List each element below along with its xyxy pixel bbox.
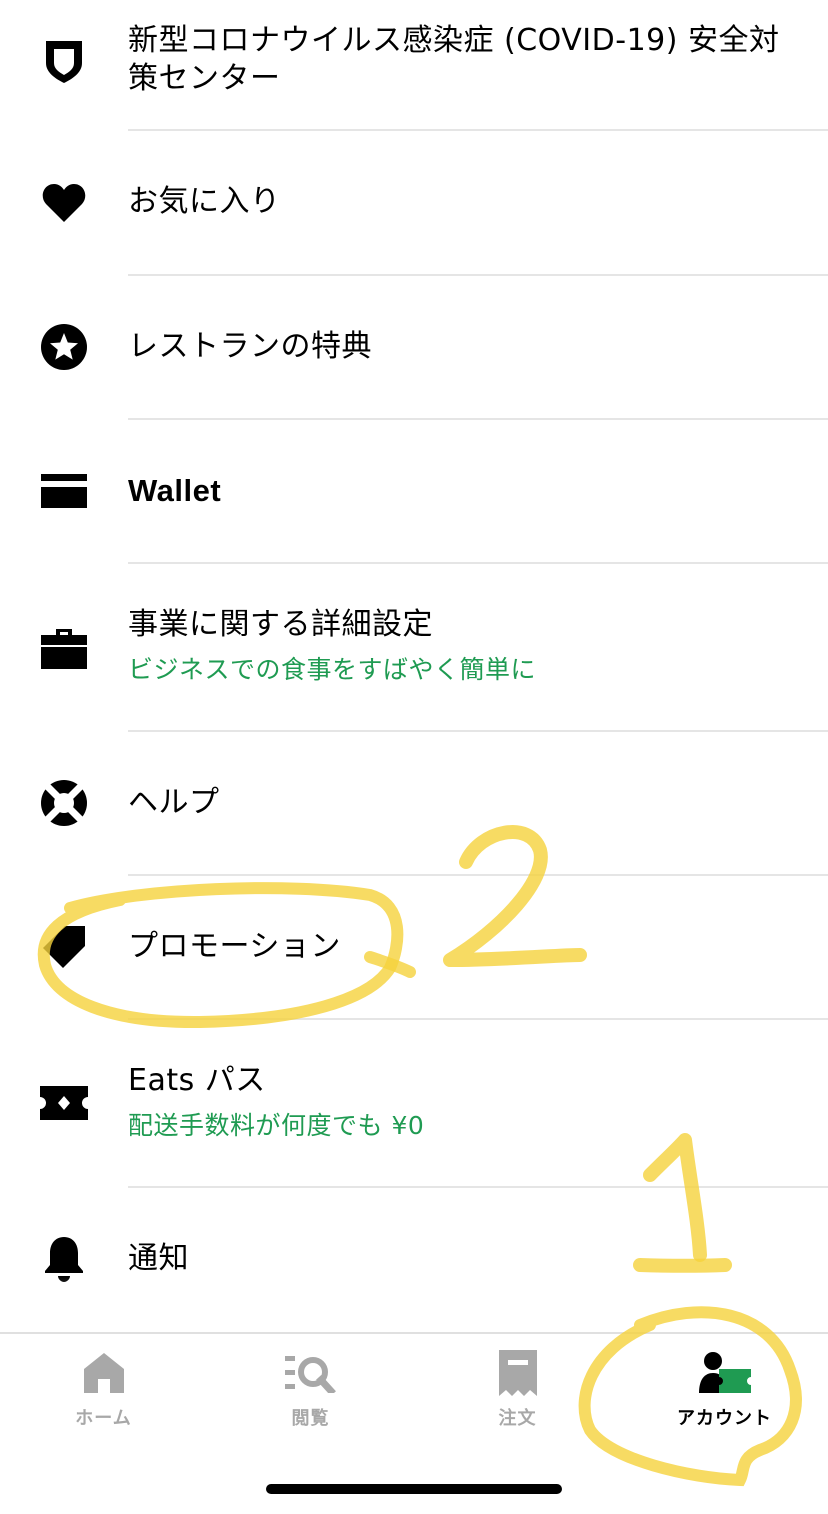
menu-item-business-settings[interactable]: 事業に関する詳細設定 ビジネスでの食事をすばやく簡単に <box>0 564 828 730</box>
wallet-icon <box>40 467 88 515</box>
menu-item-label: レストランの特典 <box>128 329 372 364</box>
menu-item-promotions[interactable]: プロモーション <box>0 876 828 1018</box>
menu-item-label: Eats パス <box>128 1063 266 1098</box>
menu-item-label: プロモーション <box>128 929 341 964</box>
menu-item-label: お気に入り <box>128 184 281 219</box>
tab-browse[interactable]: 閲覧 <box>207 1348 414 1438</box>
tab-account[interactable]: アカウント <box>621 1348 828 1438</box>
tab-home[interactable]: ホーム <box>0 1348 207 1438</box>
menu-item-eats-pass[interactable]: Eats パス 配送手数料が何度でも ¥0 <box>0 1020 828 1186</box>
tab-orders[interactable]: 注文 <box>414 1348 621 1438</box>
home-indicator <box>266 1484 562 1494</box>
tag-icon <box>40 923 88 971</box>
star-icon <box>40 323 88 371</box>
home-icon <box>74 1348 134 1398</box>
shield-icon <box>40 37 88 85</box>
menu-item-covid-safety-center[interactable]: 新型コロナウイルス感染症 (COVID-19) 安全対策センター <box>0 0 828 130</box>
ticket-icon <box>40 1079 88 1127</box>
tab-label: ホーム <box>75 1408 132 1429</box>
menu-item-favorites[interactable]: お気に入り <box>0 131 828 275</box>
menu-item-help[interactable]: ヘルプ <box>0 732 828 874</box>
lifebuoy-icon <box>40 779 88 827</box>
receipt-icon <box>488 1348 548 1398</box>
menu-item-label: ヘルプ <box>128 785 220 820</box>
menu-item-label: Wallet <box>128 473 222 508</box>
menu-item-label: 事業に関する詳細設定 <box>128 607 433 642</box>
scroll-fade <box>0 1276 828 1332</box>
menu-item-sublabel: 配送手数料が何度でも ¥0 <box>128 1111 425 1140</box>
tab-label: 注文 <box>498 1408 537 1429</box>
briefcase-icon <box>40 624 88 672</box>
account-icon <box>695 1348 755 1398</box>
heart-icon <box>40 179 88 227</box>
menu-item-label: 新型コロナウイルス感染症 (COVID-19) 安全対策センター <box>128 23 780 96</box>
tab-label: 閲覧 <box>291 1408 330 1429</box>
menu-item-sublabel: ビジネスでの食事をすばやく簡単に <box>128 655 537 684</box>
menu-item-restaurant-rewards[interactable]: レストランの特典 <box>0 276 828 418</box>
menu-item-label: 通知 <box>128 1241 189 1276</box>
tab-label: アカウント <box>677 1408 772 1429</box>
menu-item-wallet[interactable]: Wallet <box>0 420 828 562</box>
account-menu: 新型コロナウイルス感染症 (COVID-19) 安全対策センター お気に入り レ… <box>0 0 828 1332</box>
browse-icon <box>281 1348 341 1398</box>
